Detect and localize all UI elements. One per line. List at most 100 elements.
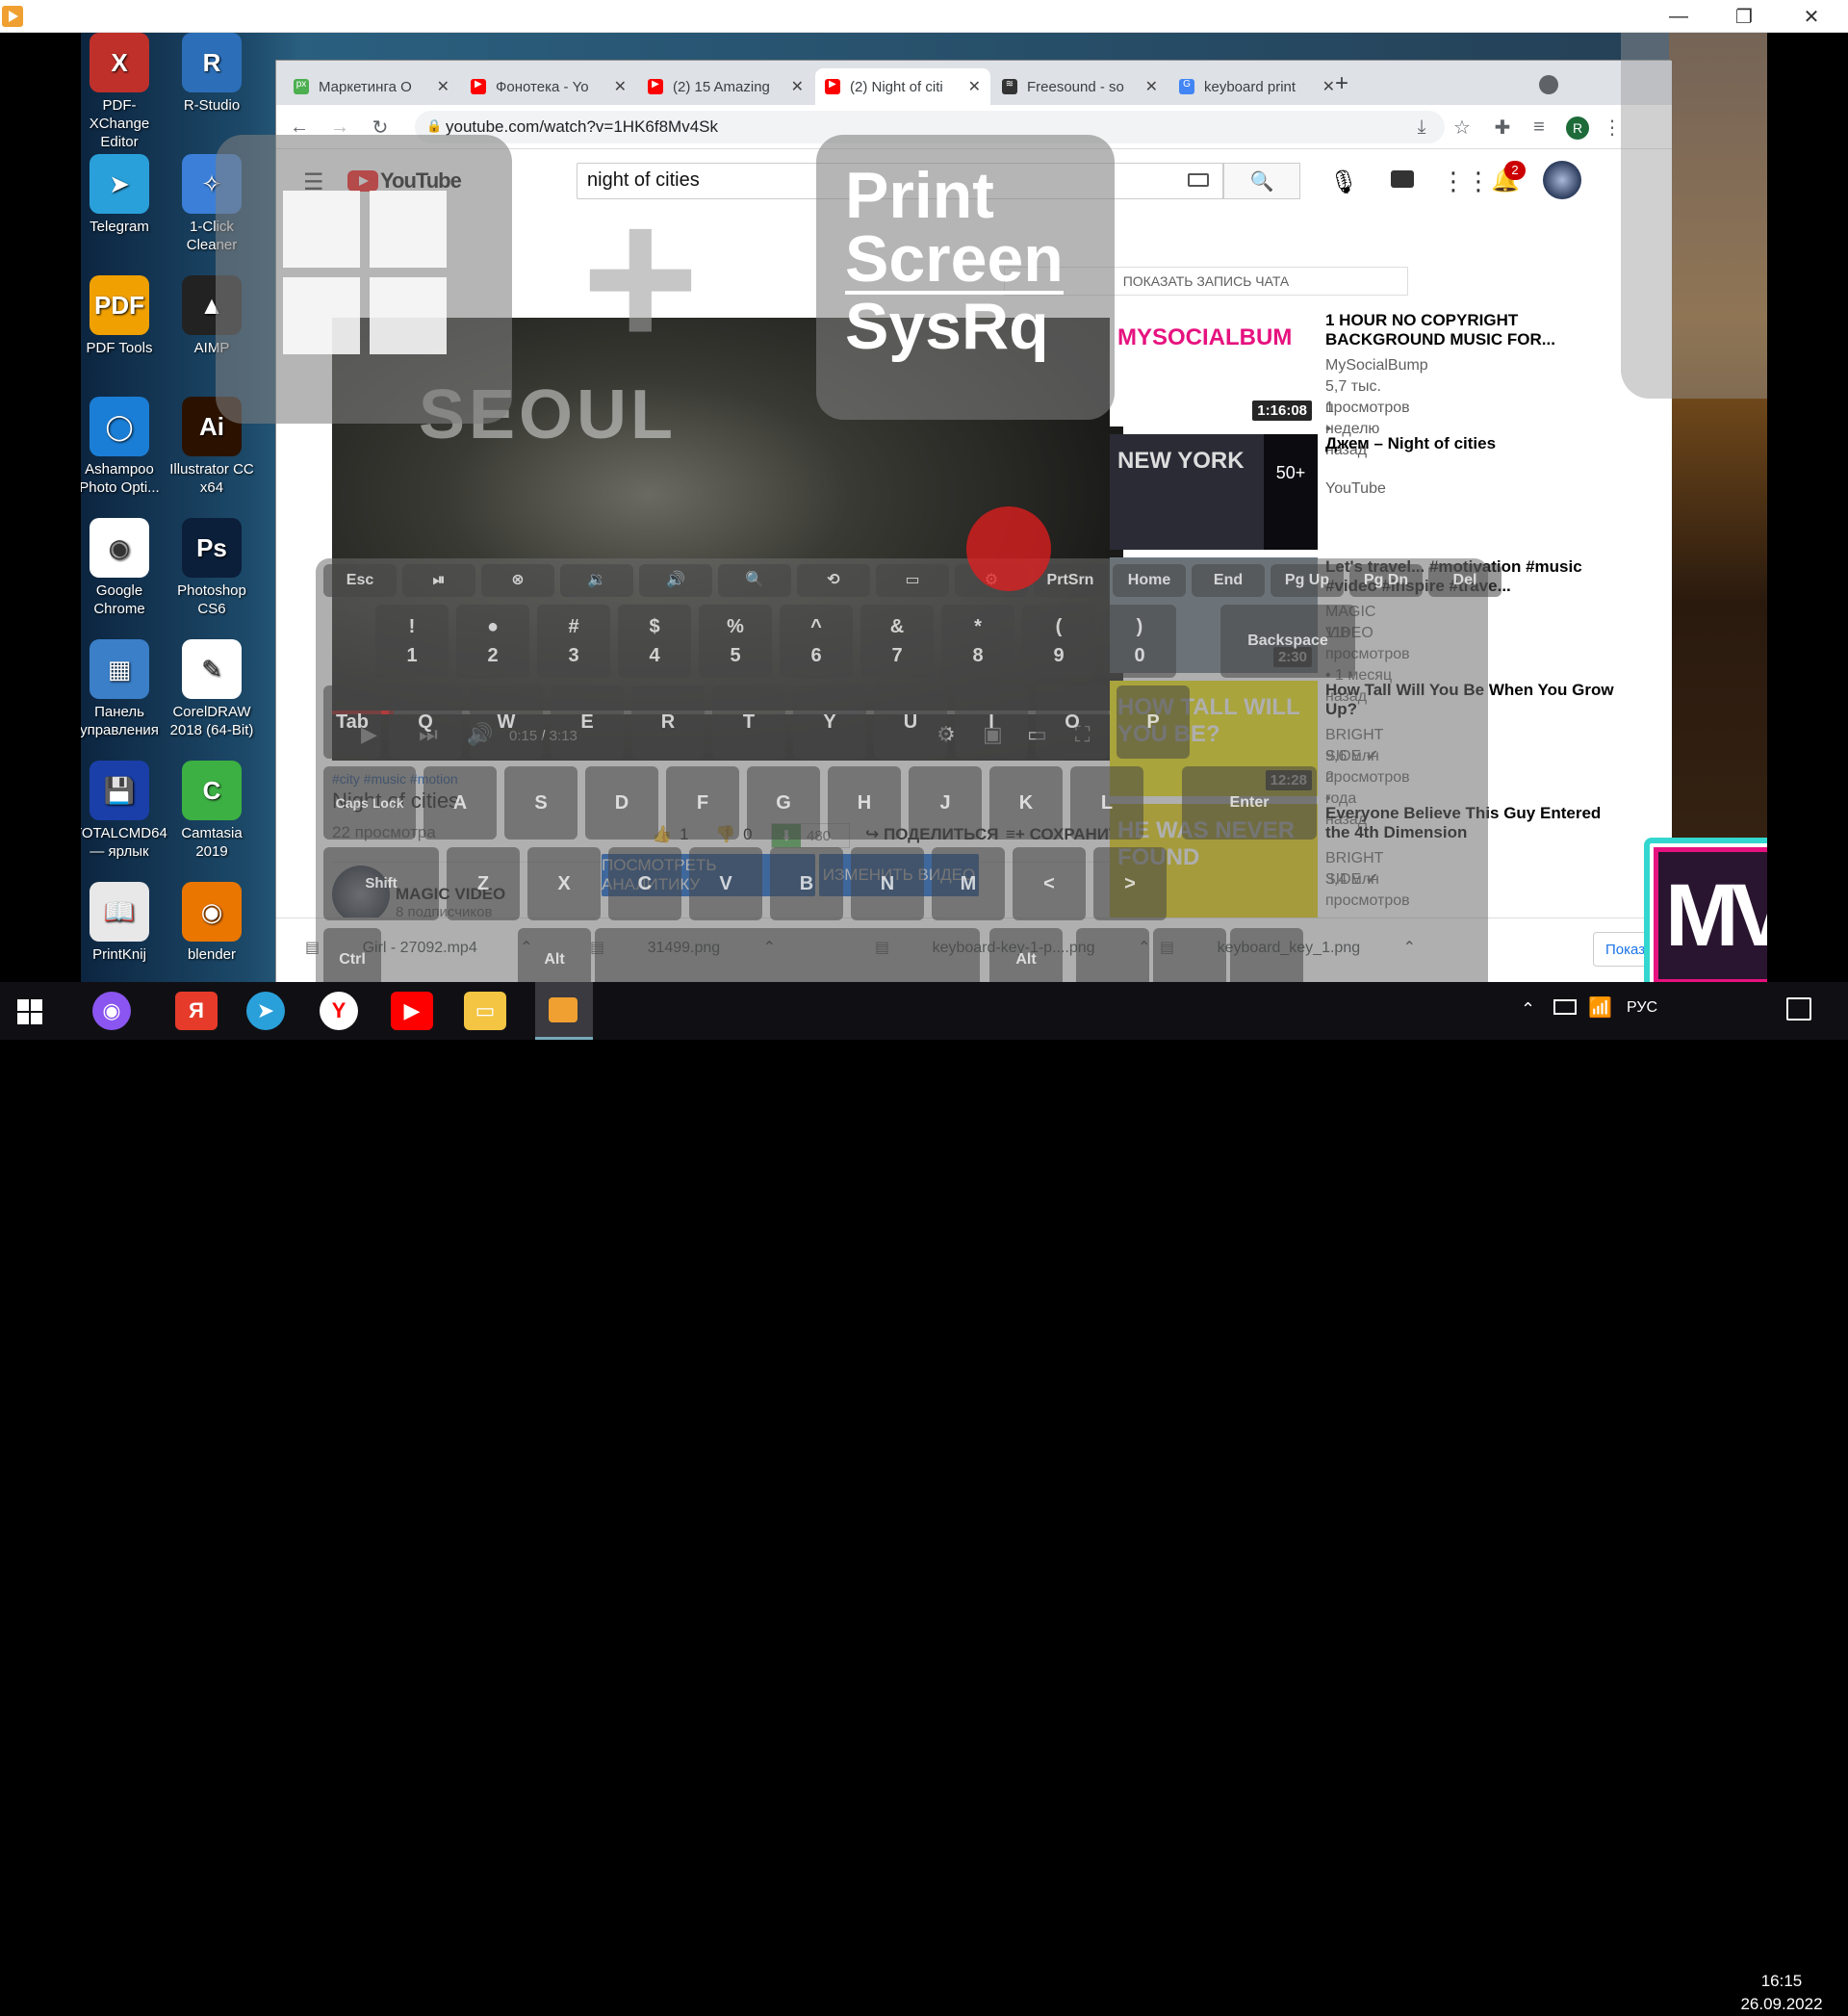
tab-close-icon[interactable]: ✕	[791, 77, 804, 96]
desktop-icon[interactable]: C Camtasia 2019	[166, 761, 258, 861]
recommended-channel[interactable]: YouTube	[1325, 478, 1386, 500]
tab-close-icon[interactable]: ✕	[1145, 77, 1158, 96]
desktop-icon[interactable]: ▲ AIMP	[166, 275, 258, 357]
notifications-center-icon[interactable]	[1786, 997, 1811, 1021]
youtube-icon[interactable]: ▶	[391, 992, 433, 1030]
desktop-icon[interactable]: ◯ Ashampoo Photo Opti...	[81, 397, 166, 497]
tab-close-icon[interactable]: ✕	[968, 77, 981, 96]
tray-chevron-icon[interactable]: ⌃	[1521, 999, 1535, 1020]
reload-icon[interactable]: ↻	[367, 114, 394, 141]
create-video-icon[interactable]	[1391, 170, 1414, 188]
settings-icon[interactable]: ⚙	[937, 722, 956, 747]
player-taskbar-item[interactable]	[535, 982, 593, 1040]
close-icon[interactable]: ✕	[1783, 0, 1840, 33]
video-player[interactable]: SEOUL ▶ ⏭ 🔊 0:15 / 3:13 ⚙ ▣ ▭ ⛶	[332, 318, 1123, 761]
language-indicator[interactable]: РУС	[1627, 999, 1657, 1017]
yandex-browser-icon[interactable]: Y	[320, 992, 358, 1030]
video-thumbnail[interactable]: NEW YORK 50+	[1110, 434, 1318, 550]
yandex-icon[interactable]: Я	[175, 992, 218, 1030]
tab-0[interactable]: px Маркетинга О ✕	[284, 68, 459, 105]
desktop-icon[interactable]: ◉ Google Chrome	[81, 518, 166, 618]
profile-avatar[interactable]: R	[1566, 116, 1589, 140]
new-tab-button[interactable]: +	[1335, 70, 1348, 97]
download-extension-button[interactable]: ⬇ 480	[771, 823, 850, 848]
tab-5[interactable]: Gkeyboard print ✕	[1169, 68, 1345, 105]
download-item[interactable]: ▤ Girl - 27092.mp4 ⌃	[305, 938, 533, 957]
mic-icon[interactable]: 🎙	[1329, 168, 1358, 196]
channel-avatar[interactable]	[332, 866, 390, 923]
download-item[interactable]: ▤ keyboard-key-1-p....png ⌃	[875, 938, 1150, 957]
address-bar[interactable]: 🔒 youtube.com/watch?v=1HK6f8Mv4Sk	[415, 111, 1445, 143]
play-icon[interactable]: ▶	[361, 722, 377, 747]
cast-icon[interactable]: ▭	[1027, 722, 1047, 747]
desktop-icon[interactable]: Ai Illustrator CC x64	[166, 397, 258, 497]
tab-1[interactable]: ▶ Фонотека - Yo ✕	[461, 68, 636, 105]
install-icon[interactable]: ⤓	[1408, 114, 1435, 141]
minimize-icon[interactable]: —	[1650, 0, 1707, 33]
restore-icon[interactable]: ❐	[1715, 0, 1773, 33]
download-item[interactable]: ▤ 31499.png ⌃	[590, 938, 776, 957]
search-input[interactable]: night of cities	[577, 163, 1223, 199]
menu-dots-icon[interactable]: ⋮	[1599, 114, 1626, 141]
tab-4[interactable]: ≋ Freesound - so ✕	[992, 68, 1168, 105]
hamburger-menu-icon[interactable]: ☰	[303, 168, 324, 196]
download-chevron-icon[interactable]: ⌃	[516, 940, 532, 956]
analytics-button[interactable]: ПОСМОТРЕТЬ АНАЛИТИКУ	[602, 854, 815, 896]
video-thumbnail[interactable]: 2:30	[1110, 557, 1318, 673]
media-icon[interactable]: ≡	[1526, 114, 1553, 141]
desktop-icon[interactable]: PDF PDF Tools	[81, 275, 166, 357]
extensions-icon[interactable]: ✚	[1489, 114, 1516, 141]
download-chevron-icon[interactable]: ⌃	[1399, 940, 1416, 956]
battery-icon[interactable]	[1553, 999, 1577, 1015]
share-button[interactable]: ↪ ПОДЕЛИТЬСЯ	[865, 825, 998, 844]
miniplayer-icon[interactable]: ▣	[983, 722, 1003, 747]
desktop-icon[interactable]: ◉ blender	[166, 882, 258, 964]
channel-name[interactable]: MAGIC VIDEO	[396, 885, 505, 904]
tab-2[interactable]: ▶ (2) 15 Amazing ✕	[638, 68, 813, 105]
dislike-button[interactable]: 👎 0	[715, 825, 753, 844]
video-thumbnail[interactable]: HOW TALL WILL YOU BE? 12:28	[1110, 681, 1318, 796]
forward-icon[interactable]: →	[326, 114, 353, 141]
account-avatar[interactable]	[1543, 161, 1581, 199]
desktop-icon[interactable]: 💾 TOTALCMD64 — ярлык	[81, 761, 167, 861]
desktop-icon[interactable]: ▦ Панель управления	[81, 639, 166, 739]
show-all-downloads-button[interactable]: Показа	[1593, 932, 1672, 967]
tab-close-icon[interactable]: ✕	[614, 77, 627, 96]
hashtags[interactable]: #city #music #motion	[332, 771, 458, 787]
edit-video-button[interactable]: ИЗМЕНИТЬ ВИДЕО	[819, 854, 979, 896]
fullscreen-icon[interactable]: ⛶	[1075, 722, 1090, 747]
start-button[interactable]	[17, 999, 42, 1024]
alice-icon[interactable]: ◉	[92, 992, 131, 1030]
download-chevron-icon[interactable]: ⌃	[1134, 940, 1150, 956]
desktop-icon[interactable]: R R-Studio	[166, 33, 258, 115]
volume-icon[interactable]: 🔊	[467, 722, 493, 747]
download-chevron-icon[interactable]: ⌃	[758, 940, 776, 956]
desktop-icon[interactable]: ➤ Telegram	[81, 154, 166, 236]
progress-bar[interactable]	[332, 711, 1123, 714]
video-thumbnail[interactable]: HE WAS NEVER FOUND	[1110, 804, 1318, 919]
desktop-icon[interactable]: 📖 PrintKnij	[81, 882, 166, 964]
bookmark-star-icon[interactable]: ☆	[1449, 114, 1476, 141]
show-chat-replay-button[interactable]: ПОКАЗАТЬ ЗАПИСЬ ЧАТА	[1004, 267, 1408, 296]
download-item[interactable]: ▤ keyboard_key_1.png ⌃	[1160, 938, 1416, 957]
telegram-icon[interactable]: ➤	[246, 992, 285, 1030]
clock[interactable]: 16:15 26.09.2022	[1740, 1970, 1823, 2016]
video-thumbnail[interactable]: MYSOCIALBUM 1:16:08	[1110, 311, 1318, 426]
tab-close-icon[interactable]: ✕	[437, 77, 449, 96]
recommended-channel[interactable]: MySocialBump	[1325, 355, 1428, 376]
next-icon[interactable]: ⏭	[419, 722, 438, 747]
file-explorer-icon[interactable]: ▭	[464, 992, 506, 1030]
search-button[interactable]: 🔍	[1223, 163, 1300, 199]
tab-close-icon[interactable]: ✕	[1322, 77, 1335, 96]
desktop-icon[interactable]: X PDF-XChange Editor	[81, 33, 166, 151]
keyboard-icon[interactable]	[1188, 173, 1209, 187]
desktop-icon[interactable]: ✎ CorelDRAW 2018 (64-Bit)	[166, 639, 258, 739]
desktop-icon[interactable]: Ps Photoshop CS6	[166, 518, 258, 618]
like-button[interactable]: 👍 1	[652, 825, 689, 844]
wifi-icon[interactable]: 📶	[1588, 995, 1612, 1020]
back-icon[interactable]: ←	[286, 114, 313, 141]
desktop-icon[interactable]: ✧ 1-Click Cleaner	[166, 154, 258, 254]
tab-search-icon[interactable]	[1539, 75, 1558, 94]
tab-3[interactable]: ▶ (2) Night of citi ✕	[815, 68, 990, 105]
youtube-logo[interactable]: YouTube	[347, 168, 462, 194]
